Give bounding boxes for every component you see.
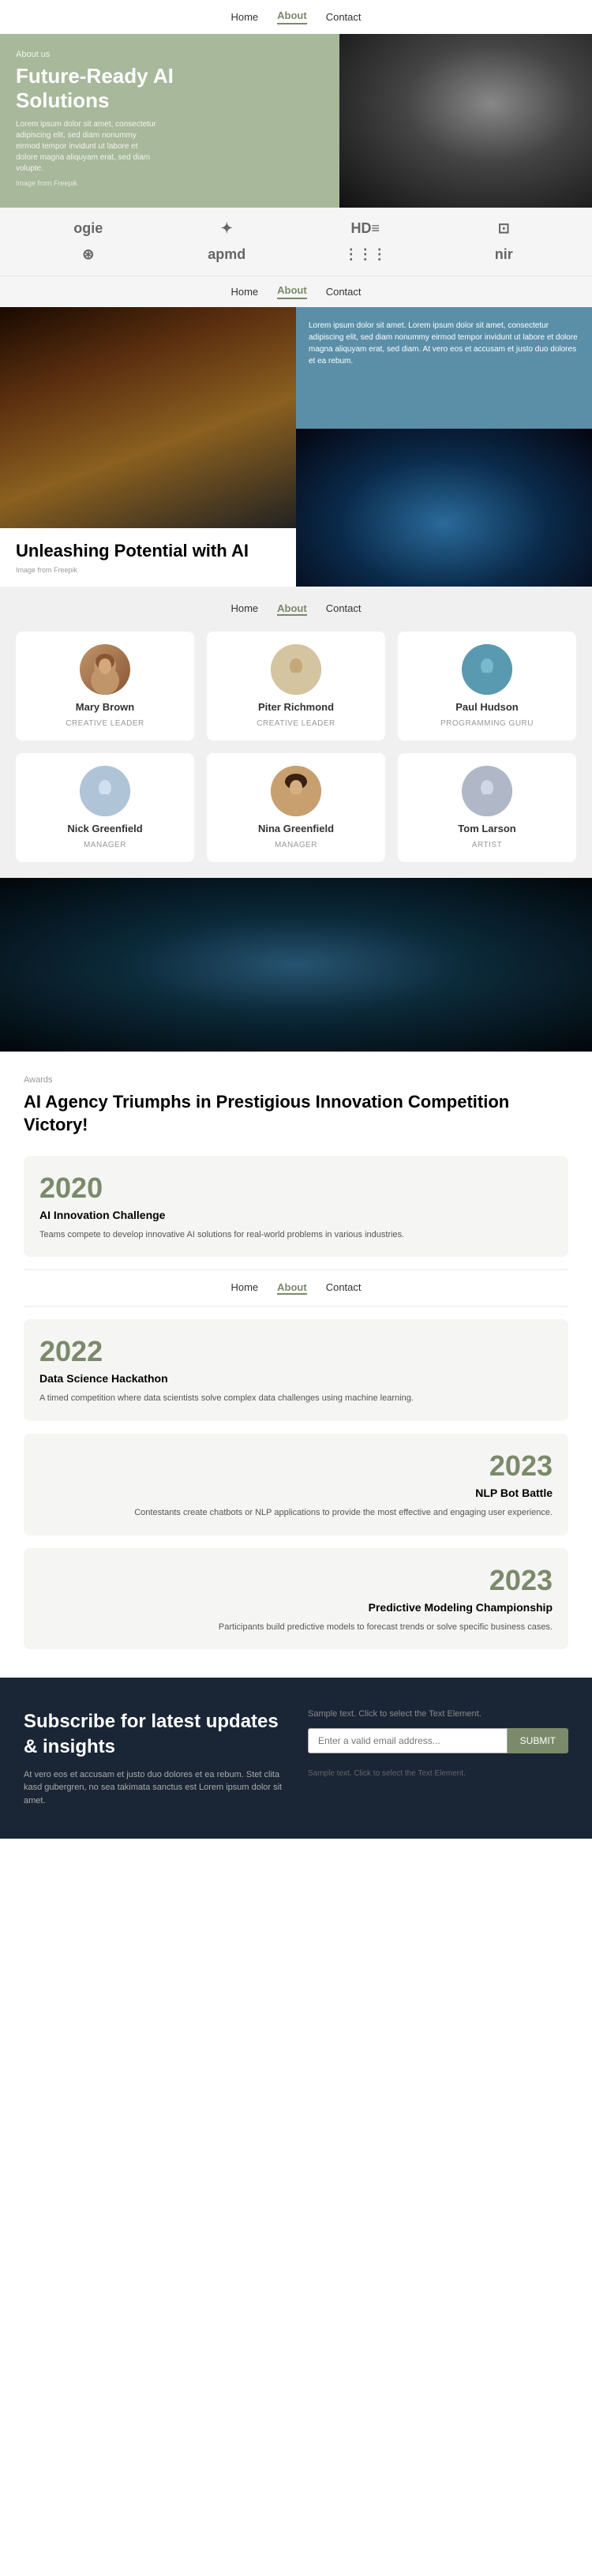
hero-title: Future-Ready AI Solutions <box>16 64 174 113</box>
member-name-tom: Tom Larson <box>458 823 515 834</box>
logo-apmd: apmd <box>208 246 245 263</box>
robot-fullwidth-image <box>0 878 592 1052</box>
award-name-2023-pred: Predictive Modeling Championship <box>39 1600 553 1614</box>
avatar-tom <box>462 766 512 816</box>
email-input[interactable] <box>308 1728 508 1753</box>
email-form: SUBMIT <box>308 1728 568 1753</box>
member-name-nick: Nick Greenfield <box>67 823 142 834</box>
logos-section: ogie ✦ HD≡ ⊡ ⊛ apmd ⋮⋮⋮ nir <box>0 208 592 276</box>
team-card-tom: Tom Larson ARTIST <box>398 753 576 862</box>
hero-section: About us Future-Ready AI Solutions Lorem… <box>0 34 592 208</box>
award-name-2022: Data Science Hackathon <box>39 1371 553 1385</box>
avatar-nick <box>80 766 130 816</box>
team-grid: Mary Brown CREATIVE LEADER Piter Richmon… <box>16 632 576 862</box>
award-year-2023-nlp: 2023 <box>39 1449 553 1483</box>
unleashing-title: Unleashing Potential with AI <box>16 541 280 561</box>
award-name-2023-nlp: NLP Bot Battle <box>39 1486 553 1500</box>
subscribe-left: Subscribe for latest updates & insights … <box>24 1709 284 1807</box>
member-role-mary: CREATIVE LEADER <box>66 719 144 728</box>
avatar-paul <box>462 644 512 695</box>
subscribe-description: At vero eos et accusam et justo duo dolo… <box>24 1768 284 1808</box>
logo-hd: HD≡ <box>350 220 380 237</box>
team-card-nick: Nick Greenfield MANAGER <box>16 753 194 862</box>
awards-nav-contact[interactable]: Contact <box>326 1281 362 1295</box>
hero-about-us-label: About us <box>16 50 174 59</box>
avatar-nina <box>271 766 321 816</box>
nav2-home[interactable]: Home <box>230 286 258 298</box>
awards-nav-home[interactable]: Home <box>230 1281 258 1295</box>
member-name-mary: Mary Brown <box>76 701 134 713</box>
unleashing-text-box: Lorem ipsum dolor sit amet. Lorem ipsum … <box>296 307 592 429</box>
team-nav: Home About Contact <box>16 602 576 616</box>
team-card-piter: Piter Richmond CREATIVE LEADER <box>207 632 385 741</box>
team-card-paul: Paul Hudson PROGRAMMING GURU <box>398 632 576 741</box>
team-nav-contact[interactable]: Contact <box>326 602 362 616</box>
nav2-about[interactable]: About <box>277 284 307 299</box>
award-desc-2023-pred: Participants build predictive models to … <box>39 1621 553 1634</box>
award-card-2022: 2022 Data Science Hackathon A timed comp… <box>24 1319 568 1421</box>
member-name-paul: Paul Hudson <box>455 701 518 713</box>
subscribe-section: Subscribe for latest updates & insights … <box>0 1678 592 1839</box>
awards-label: Awards <box>24 1075 568 1085</box>
award-year-2022: 2022 <box>39 1335 553 1368</box>
logo-dots: ⋮⋮⋮ <box>344 246 387 263</box>
nav-home[interactable]: Home <box>230 11 258 23</box>
awards-nav: Home About Contact <box>24 1269 568 1307</box>
member-role-piter: CREATIVE LEADER <box>257 719 335 728</box>
team-section: Home About Contact Mary Brown CREATIVE L… <box>0 587 592 878</box>
logo-icon1: ✦ <box>221 220 233 237</box>
logo-icon2: ⊡ <box>498 220 510 237</box>
award-year-2023-pred: 2023 <box>39 1564 553 1597</box>
nav2-contact[interactable]: Contact <box>326 286 362 298</box>
logo-nir: nir <box>495 246 513 263</box>
award-card-2023-pred: 2023 Predictive Modeling Championship Pa… <box>24 1548 568 1650</box>
award-card-2020: 2020 AI Innovation Challenge Teams compe… <box>24 1156 568 1258</box>
subscribe-right: Sample text. Click to select the Text El… <box>308 1709 568 1807</box>
member-role-nick: MANAGER <box>84 841 126 849</box>
awards-section: Awards AI Agency Triumphs in Prestigious… <box>0 1052 592 1678</box>
unleashing-section: Unleashing Potential with AI Image from … <box>0 307 592 587</box>
avatar-mary <box>80 644 130 695</box>
member-name-nina: Nina Greenfield <box>258 823 334 834</box>
nav-about[interactable]: About <box>277 9 307 24</box>
unleashing-left-col: Unleashing Potential with AI Image from … <box>0 307 296 587</box>
subscribe-title: Subscribe for latest updates & insights <box>24 1709 284 1758</box>
unleashing-text-block: Unleashing Potential with AI Image from … <box>0 528 296 587</box>
team-card-nina: Nina Greenfield MANAGER <box>207 753 385 862</box>
logo-icon3: ⊛ <box>82 246 94 263</box>
member-role-tom: ARTIST <box>472 841 502 849</box>
team-nav-home[interactable]: Home <box>230 602 258 616</box>
award-desc-2022: A timed competition where data scientist… <box>39 1392 553 1405</box>
nav-top: Home About Contact <box>0 0 592 34</box>
team-card-mary: Mary Brown CREATIVE LEADER <box>16 632 194 741</box>
subscribe-sample-text: Sample text. Click to select the Text El… <box>308 1709 568 1719</box>
unleashing-img-credit: Image from Freepik <box>16 566 280 574</box>
nav-contact[interactable]: Contact <box>326 11 362 23</box>
award-year-2020: 2020 <box>39 1172 553 1205</box>
member-role-nina: MANAGER <box>275 841 317 849</box>
subscribe-footer-text: Sample text. Click to select the Text El… <box>308 1769 568 1778</box>
awards-title: AI Agency Triumphs in Prestigious Innova… <box>24 1091 568 1136</box>
hero-robot-image <box>339 34 592 208</box>
team-nav-about[interactable]: About <box>277 602 307 616</box>
avatar-piter <box>271 644 321 695</box>
nav-secondary: Home About Contact <box>0 276 592 307</box>
member-name-piter: Piter Richmond <box>258 701 334 713</box>
award-desc-2020: Teams compete to develop innovative AI s… <box>39 1228 553 1242</box>
award-desc-2023-nlp: Contestants create chatbots or NLP appli… <box>39 1506 553 1520</box>
award-card-2023-nlp: 2023 NLP Bot Battle Contestants create c… <box>24 1434 568 1535</box>
subscribe-button[interactable]: SUBMIT <box>508 1728 568 1753</box>
hero-img-credit: Image from Freepik <box>16 179 174 187</box>
hero-text-block: About us Future-Ready AI Solutions Lorem… <box>16 50 174 187</box>
robot-image-right <box>296 429 592 587</box>
robot-image-left <box>0 307 296 528</box>
award-name-2020: AI Innovation Challenge <box>39 1208 553 1222</box>
member-role-paul: PROGRAMMING GURU <box>440 719 534 728</box>
hero-description: Lorem ipsum dolor sit amet, consectetur … <box>16 119 158 174</box>
awards-nav-about[interactable]: About <box>277 1281 307 1295</box>
logo-ogie: ogie <box>73 220 103 237</box>
unleashing-right-col: Lorem ipsum dolor sit amet. Lorem ipsum … <box>296 307 592 587</box>
